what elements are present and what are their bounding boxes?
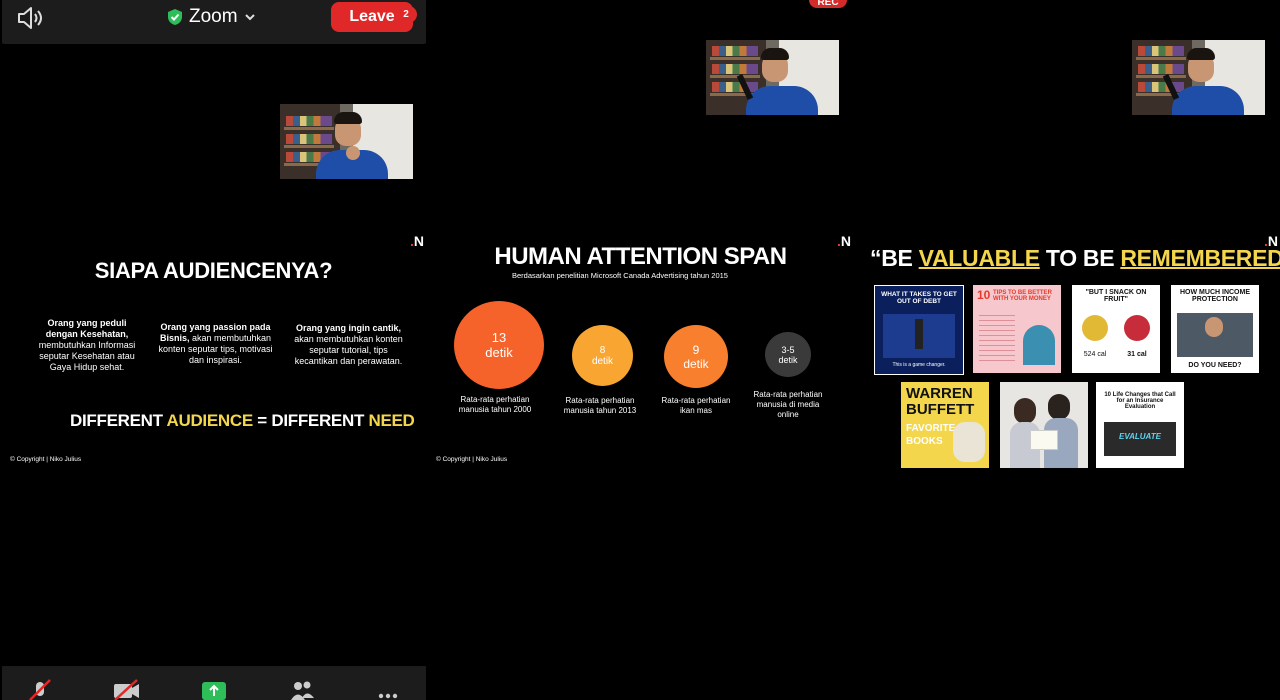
content-thumbnail: 10 Life Changes that Call for an Insuran… [1096,382,1184,468]
chevron-down-icon [244,14,255,21]
content-thumbnail: WHAT IT TAKES TO GET OUT OF DEBT This is… [874,285,964,375]
presenter-video[interactable] [706,40,839,115]
attention-circle-2013: 8 detik [572,325,633,386]
audience-column-beauty: Orang yang ingin cantik, akan membutuhka… [294,323,403,366]
circle-caption: Rata-rata perhatian ikan mas [661,396,731,415]
audience-column-health: Orang yang peduli dengan Kesehatan, memb… [38,318,136,372]
slide-title: “BE VALUABLE TO BE REMEMBERED” [870,245,1280,271]
shield-check-icon [168,9,182,25]
screen-share-panel-2: REC .N HUMAN ATTENTION SPAN Berdasarkan … [427,0,854,700]
app-title: Zoom [189,6,238,27]
meeting-top-bar: Zoom Leave [2,0,426,44]
copyright-text: © Copyright | Niko Julius [436,456,508,463]
content-thumbnail: WARREN BUFFETT FAVORITE BOOKS [901,382,989,468]
copyright-text: © Copyright | Niko Julius [10,456,82,463]
mute-mic-icon[interactable] [26,676,54,700]
slide-title: HUMAN ATTENTION SPAN [494,243,787,270]
content-thumbnail [1000,382,1088,468]
speaker-icon[interactable] [16,6,46,30]
slide-tagline: DIFFERENT AUDIENCE = DIFFERENT NEED [70,411,415,430]
screen-share-panel-1: Zoom Leave .N SIAPA AUDIENCENYA? Orang y… [0,0,427,700]
slide-subtitle: Berdasarkan penelitian Microsoft Canada … [512,271,728,280]
stop-video-icon[interactable] [112,676,140,700]
recording-indicator: REC [809,0,847,8]
circle-caption: Rata-rata perhatian manusia di media onl… [753,390,823,419]
more-options-icon[interactable] [376,676,404,700]
presenter-video[interactable] [1132,40,1265,115]
circle-caption: Rata-rata perhatian manusia tahun 2000 [458,395,532,414]
slide-logo: .N [410,233,425,249]
content-thumbnail: HOW MUCH INCOME PROTECTION DO YOU NEED? [1171,285,1259,373]
attention-circle-goldfish: 9 detik [664,325,728,388]
content-thumbnail: 10 TIPS TO BE BETTER WITH YOUR MONEY [973,285,1061,373]
attention-circle-online: 3-5 detik [765,332,811,377]
meeting-toolbar [2,666,426,700]
share-screen-icon[interactable] [200,676,228,700]
circle-caption: Rata-rata perhatian manusia tahun 2013 [563,396,637,415]
slide-title: SIAPA AUDIENCENYA? [94,258,333,283]
participants-icon[interactable] [288,676,316,700]
content-thumbnail: "BUT I SNACK ON FRUIT" 524 cal 31 cal [1072,285,1160,373]
meeting-title[interactable]: Zoom [167,6,256,28]
audience-column-business: Orang yang passion pada Bisnis, akan mem… [158,322,273,365]
notification-badge: 2 [395,6,417,23]
screen-share-panel-3: .N “BE VALUABLE TO BE REMEMBERED” WHAT I… [854,0,1280,700]
presenter-video[interactable] [280,104,413,179]
attention-circle-2000: 13 detik [454,301,544,389]
